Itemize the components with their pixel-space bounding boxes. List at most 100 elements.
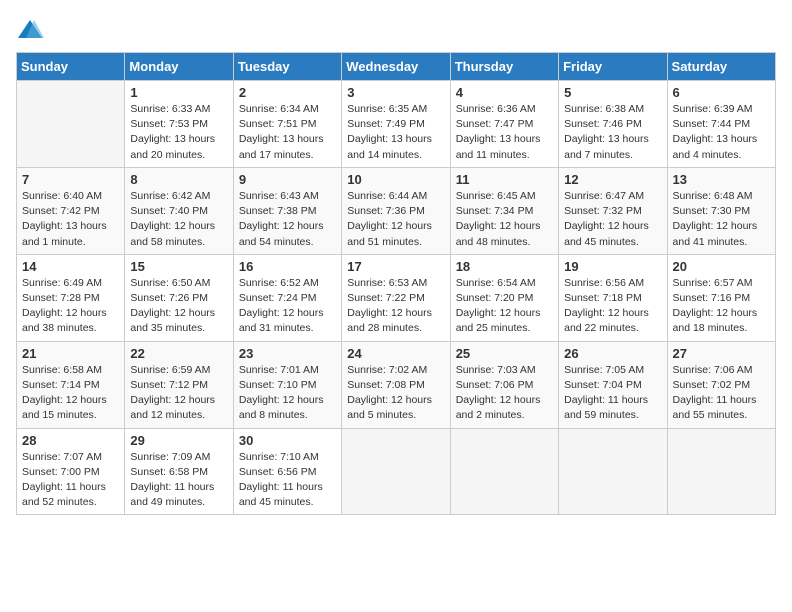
calendar-cell: 27 Sunrise: 7:06 AMSunset: 7:02 PMDayligh… — [667, 341, 775, 428]
day-number: 16 — [239, 259, 336, 274]
calendar-cell: 8Sunrise: 6:42 AMSunset: 7:40 PMDaylight… — [125, 167, 233, 254]
day-number: 1 — [130, 85, 227, 100]
day-number: 11 — [456, 172, 553, 187]
day-info: Sunrise: 7:07 AMSunset: 7:00 PMDaylight:… — [22, 450, 119, 511]
day-info: Sunrise: 6:39 AMSunset: 7:44 PMDaylight:… — [673, 102, 770, 163]
day-info: Sunrise: 6:50 AMSunset: 7:26 PMDaylight:… — [130, 276, 227, 337]
day-info: Sunrise: 7:06 AMSunset: 7:02 PMDaylight:… — [673, 363, 770, 424]
day-info: Sunrise: 7:01 AMSunset: 7:10 PMDaylight:… — [239, 363, 336, 424]
day-info: Sunrise: 6:49 AMSunset: 7:28 PMDaylight:… — [22, 276, 119, 337]
day-info: Sunrise: 6:36 AMSunset: 7:47 PMDaylight:… — [456, 102, 553, 163]
day-info: Sunrise: 6:35 AMSunset: 7:49 PMDaylight:… — [347, 102, 444, 163]
day-info: Sunrise: 6:48 AMSunset: 7:30 PMDaylight:… — [673, 189, 770, 250]
day-number: 21 — [22, 346, 119, 361]
calendar-cell: 30Sunrise: 7:10 AMSunset: 6:56 PMDayligh… — [233, 428, 341, 515]
week-row-3: 14 Sunrise: 6:49 AMSunset: 7:28 PMDayligh… — [17, 254, 776, 341]
day-info: Sunrise: 6:45 AMSunset: 7:34 PMDaylight:… — [456, 189, 553, 250]
calendar-cell: 21 Sunrise: 6:58 AMSunset: 7:14 PMDayligh… — [17, 341, 125, 428]
day-number: 9 — [239, 172, 336, 187]
day-number: 28 — [22, 433, 119, 448]
day-info: Sunrise: 7:05 AMSunset: 7:04 PMDaylight:… — [564, 363, 661, 424]
day-info: Sunrise: 6:53 AMSunset: 7:22 PMDaylight:… — [347, 276, 444, 337]
day-info: Sunrise: 6:54 AMSunset: 7:20 PMDaylight:… — [456, 276, 553, 337]
day-number: 20 — [673, 259, 770, 274]
day-info: Sunrise: 6:58 AMSunset: 7:14 PMDaylight:… — [22, 363, 119, 424]
calendar-cell: 14 Sunrise: 6:49 AMSunset: 7:28 PMDayligh… — [17, 254, 125, 341]
day-info: Sunrise: 6:47 AMSunset: 7:32 PMDaylight:… — [564, 189, 661, 250]
calendar-table: SundayMondayTuesdayWednesdayThursdayFrid… — [16, 52, 776, 515]
logo — [16, 16, 48, 44]
calendar-cell: 9 Sunrise: 6:43 AMSunset: 7:38 PMDaylight… — [233, 167, 341, 254]
day-number: 23 — [239, 346, 336, 361]
calendar-cell: 11 Sunrise: 6:45 AMSunset: 7:34 PMDayligh… — [450, 167, 558, 254]
day-number: 3 — [347, 85, 444, 100]
calendar-cell: 12 Sunrise: 6:47 AMSunset: 7:32 PMDayligh… — [559, 167, 667, 254]
calendar-cell: 28 Sunrise: 7:07 AMSunset: 7:00 PMDayligh… — [17, 428, 125, 515]
calendar-cell: 29 Sunrise: 7:09 AMSunset: 6:58 PMDayligh… — [125, 428, 233, 515]
day-info: Sunrise: 7:09 AMSunset: 6:58 PMDaylight:… — [130, 450, 227, 511]
day-number: 12 — [564, 172, 661, 187]
day-number: 29 — [130, 433, 227, 448]
dow-header-thursday: Thursday — [450, 53, 558, 81]
day-number: 7 — [22, 172, 119, 187]
day-number: 27 — [673, 346, 770, 361]
calendar-cell: 24Sunrise: 7:02 AMSunset: 7:08 PMDayligh… — [342, 341, 450, 428]
calendar-cell: 13Sunrise: 6:48 AMSunset: 7:30 PMDayligh… — [667, 167, 775, 254]
day-number: 15 — [130, 259, 227, 274]
day-info: Sunrise: 7:10 AMSunset: 6:56 PMDaylight:… — [239, 450, 336, 511]
calendar-cell — [559, 428, 667, 515]
calendar-cell: 2 Sunrise: 6:34 AMSunset: 7:51 PMDaylight… — [233, 81, 341, 168]
day-info: Sunrise: 6:52 AMSunset: 7:24 PMDaylight:… — [239, 276, 336, 337]
week-row-5: 28 Sunrise: 7:07 AMSunset: 7:00 PMDayligh… — [17, 428, 776, 515]
logo-icon — [16, 16, 44, 44]
week-row-1: 1 Sunrise: 6:33 AMSunset: 7:53 PMDaylight… — [17, 81, 776, 168]
day-number: 4 — [456, 85, 553, 100]
calendar-body: 1 Sunrise: 6:33 AMSunset: 7:53 PMDaylight… — [17, 81, 776, 515]
day-number: 14 — [22, 259, 119, 274]
page-header — [16, 16, 776, 44]
calendar-cell — [342, 428, 450, 515]
day-info: Sunrise: 6:57 AMSunset: 7:16 PMDaylight:… — [673, 276, 770, 337]
dow-header-wednesday: Wednesday — [342, 53, 450, 81]
dow-header-tuesday: Tuesday — [233, 53, 341, 81]
day-info: Sunrise: 6:34 AMSunset: 7:51 PMDaylight:… — [239, 102, 336, 163]
day-number: 18 — [456, 259, 553, 274]
calendar-cell — [17, 81, 125, 168]
calendar-cell: 3 Sunrise: 6:35 AMSunset: 7:49 PMDaylight… — [342, 81, 450, 168]
calendar-cell: 1 Sunrise: 6:33 AMSunset: 7:53 PMDaylight… — [125, 81, 233, 168]
week-row-2: 7 Sunrise: 6:40 AMSunset: 7:42 PMDaylight… — [17, 167, 776, 254]
day-info: Sunrise: 6:59 AMSunset: 7:12 PMDaylight:… — [130, 363, 227, 424]
day-info: Sunrise: 6:43 AMSunset: 7:38 PMDaylight:… — [239, 189, 336, 250]
dow-header-saturday: Saturday — [667, 53, 775, 81]
day-info: Sunrise: 6:56 AMSunset: 7:18 PMDaylight:… — [564, 276, 661, 337]
day-number: 17 — [347, 259, 444, 274]
day-info: Sunrise: 6:42 AMSunset: 7:40 PMDaylight:… — [130, 189, 227, 250]
calendar-cell: 22 Sunrise: 6:59 AMSunset: 7:12 PMDayligh… — [125, 341, 233, 428]
day-number: 5 — [564, 85, 661, 100]
calendar-cell: 19Sunrise: 6:56 AMSunset: 7:18 PMDayligh… — [559, 254, 667, 341]
dow-header-sunday: Sunday — [17, 53, 125, 81]
day-info: Sunrise: 6:44 AMSunset: 7:36 PMDaylight:… — [347, 189, 444, 250]
day-number: 10 — [347, 172, 444, 187]
calendar-cell: 16 Sunrise: 6:52 AMSunset: 7:24 PMDayligh… — [233, 254, 341, 341]
day-number: 22 — [130, 346, 227, 361]
days-of-week-row: SundayMondayTuesdayWednesdayThursdayFrid… — [17, 53, 776, 81]
calendar-cell: 5 Sunrise: 6:38 AMSunset: 7:46 PMDaylight… — [559, 81, 667, 168]
day-info: Sunrise: 6:38 AMSunset: 7:46 PMDaylight:… — [564, 102, 661, 163]
day-info: Sunrise: 6:40 AMSunset: 7:42 PMDaylight:… — [22, 189, 119, 250]
calendar-cell: 4 Sunrise: 6:36 AMSunset: 7:47 PMDaylight… — [450, 81, 558, 168]
day-number: 2 — [239, 85, 336, 100]
calendar-cell: 15 Sunrise: 6:50 AMSunset: 7:26 PMDayligh… — [125, 254, 233, 341]
dow-header-monday: Monday — [125, 53, 233, 81]
calendar-cell: 10 Sunrise: 6:44 AMSunset: 7:36 PMDayligh… — [342, 167, 450, 254]
day-info: Sunrise: 6:33 AMSunset: 7:53 PMDaylight:… — [130, 102, 227, 163]
day-number: 26 — [564, 346, 661, 361]
day-number: 25 — [456, 346, 553, 361]
calendar-cell — [667, 428, 775, 515]
calendar-cell: 26 Sunrise: 7:05 AMSunset: 7:04 PMDayligh… — [559, 341, 667, 428]
calendar-cell: 18 Sunrise: 6:54 AMSunset: 7:20 PMDayligh… — [450, 254, 558, 341]
dow-header-friday: Friday — [559, 53, 667, 81]
calendar-cell: 25Sunrise: 7:03 AMSunset: 7:06 PMDayligh… — [450, 341, 558, 428]
calendar-cell — [450, 428, 558, 515]
day-number: 6 — [673, 85, 770, 100]
